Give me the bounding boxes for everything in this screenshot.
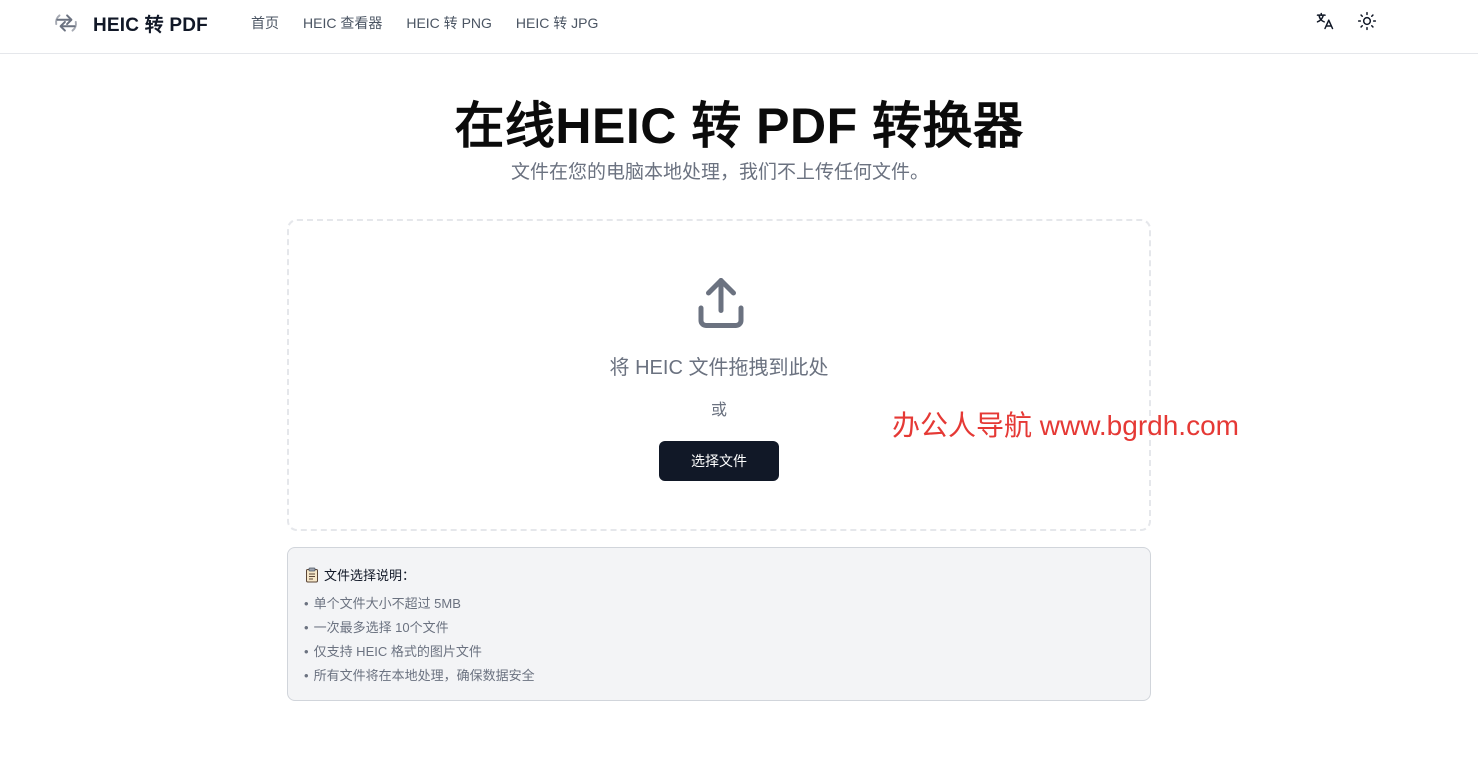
- info-heading: 文件选择说明：: [304, 565, 415, 584]
- nav-heic-to-png[interactable]: HEIC 转 PNG: [406, 13, 492, 33]
- list-item: • 一次最多选择 10个文件: [304, 616, 535, 640]
- bullet: •: [304, 596, 309, 611]
- watermark-text: 办公人导航 www.bgrdh.com: [892, 410, 1239, 441]
- language-button[interactable]: [1314, 10, 1336, 32]
- convert-arrows-icon: [55, 14, 77, 32]
- bullet: •: [304, 644, 309, 659]
- info-list: • 单个文件大小不超过 5MB • 一次最多选择 10个文件 • 仅支持 HEIC 格…: [304, 592, 535, 688]
- file-selection-info: 文件选择说明： • 单个文件大小不超过 5MB • 一次最多选择 10个文件 • 仅支…: [287, 547, 1151, 701]
- list-item-text: 一次最多选择 10个文件: [313, 620, 449, 635]
- page-title: 在线HEIC 转 PDF 转换器: [454, 98, 1024, 154]
- sun-icon: [1357, 11, 1377, 31]
- upload-icon: [698, 278, 744, 328]
- list-item-text: 单个文件大小不超过 5MB: [313, 596, 461, 611]
- brand-link[interactable]: HEIC 转 PDF: [53, 9, 208, 37]
- drop-instruction: 将 HEIC 文件拖拽到此处: [609, 357, 829, 379]
- nav-heic-to-jpg[interactable]: HEIC 转 JPG: [516, 13, 598, 33]
- nav-home[interactable]: 首页: [251, 13, 279, 33]
- top-navbar: HEIC 转 PDF 首页 HEIC 查看器 HEIC 转 PNG HEIC 转…: [0, 0, 1478, 54]
- translate-icon: [1316, 12, 1334, 30]
- main-nav: 首页 HEIC 查看器 HEIC 转 PNG HEIC 转 JPG: [251, 13, 598, 33]
- theme-toggle-button[interactable]: [1356, 10, 1378, 32]
- list-item-text: 所有文件将在本地处理，确保数据安全: [313, 668, 535, 683]
- list-item: • 所有文件将在本地处理，确保数据安全: [304, 664, 535, 688]
- page-subtitle: 文件在您的电脑本地处理，我们不上传任何文件。: [510, 162, 929, 183]
- clipboard-icon: [306, 567, 318, 582]
- list-item: • 单个文件大小不超过 5MB: [304, 592, 535, 616]
- info-title: 文件选择说明：: [324, 568, 416, 583]
- brand-title: HEIC 转 PDF: [93, 14, 208, 36]
- list-item: • 仅支持 HEIC 格式的图片文件: [304, 640, 535, 664]
- file-dropzone[interactable]: 将 HEIC 文件拖拽到此处 或 选择文件: [287, 219, 1151, 531]
- select-file-button[interactable]: 选择文件: [659, 441, 779, 481]
- bullet: •: [304, 620, 309, 635]
- bullet: •: [304, 668, 309, 683]
- list-item-text: 仅支持 HEIC 格式的图片文件: [313, 644, 482, 659]
- nav-heic-viewer[interactable]: HEIC 查看器: [303, 13, 382, 33]
- header-actions: [1314, 10, 1378, 32]
